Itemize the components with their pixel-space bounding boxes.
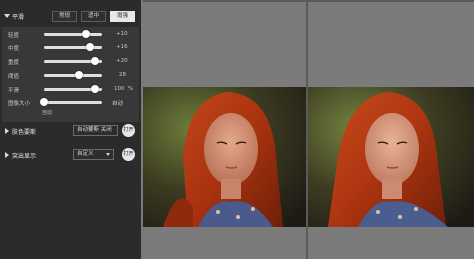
slider-value-medium: +16: [116, 44, 128, 50]
slider-label-medium: 中度: [8, 46, 20, 52]
portrait-photo-before: [143, 87, 306, 227]
slider-track-light[interactable]: [44, 33, 102, 36]
slider-knob-smooth[interactable]: [91, 85, 100, 93]
slider-unit-smooth: %: [128, 86, 134, 92]
slider-value-pattern-size: 自动: [112, 101, 124, 107]
slider-track-pattern-size[interactable]: [44, 101, 102, 104]
slider-value-threshold: 28: [119, 72, 126, 78]
slider-group: 轻度 +10 中度 +16 重度 +20 阈值 28 平滑 100 % 图像大小…: [2, 27, 139, 122]
slider-knob-medium[interactable]: [86, 43, 95, 51]
slider-value-heavy: +20: [116, 58, 128, 64]
slider-track-threshold[interactable]: [44, 74, 102, 77]
viewer-top-border: [143, 0, 474, 2]
highlight-title: 突出显示: [12, 153, 37, 160]
slider-label-pattern-size: 图像大小: [8, 101, 31, 107]
highlight-toggle-button[interactable]: 打开: [122, 148, 135, 161]
before-image: [143, 87, 306, 227]
chevron-right-icon: [5, 152, 9, 158]
mode-button-strong[interactable]: 增强: [110, 11, 135, 22]
mode-button-normal[interactable]: 常规: [52, 11, 77, 22]
mode-button-medium[interactable]: 适中: [81, 11, 106, 22]
slider-sub-label-pattern-size: 自动: [42, 110, 53, 116]
after-image: [308, 87, 474, 227]
slider-knob-light[interactable]: [81, 30, 90, 38]
skin-tone-title: 肤色要斯: [12, 129, 37, 136]
slider-label-light: 轻度: [8, 33, 20, 39]
slider-knob-pattern-size[interactable]: [40, 98, 48, 106]
slider-label-threshold: 阈值: [8, 74, 20, 80]
slider-label-heavy: 重度: [8, 60, 20, 66]
highlight-dropdown-label: 自定义: [77, 151, 94, 157]
chevron-right-icon: [5, 128, 9, 134]
slider-label-smooth: 平滑: [8, 88, 20, 94]
slider-knob-threshold[interactable]: [74, 71, 83, 79]
highlight-dropdown[interactable]: 自定义: [73, 149, 114, 160]
chevron-down-icon: [106, 153, 110, 156]
skin-tone-toggle-button[interactable]: 打开: [122, 124, 135, 137]
section-title: 平滑: [12, 14, 25, 21]
slider-value-light: +10: [116, 31, 128, 37]
slider-knob-heavy[interactable]: [91, 57, 100, 65]
chevron-down-icon: [4, 14, 10, 18]
adjustment-panel: 平滑 常规 适中 增强 轻度 +10 中度 +16 重度 +20 阈值 28 平…: [0, 0, 141, 259]
portrait-photo-after: [308, 87, 474, 227]
skin-tone-option-button[interactable]: 自动要斯 关闭: [73, 125, 118, 136]
slider-value-smooth: 100: [114, 86, 125, 92]
